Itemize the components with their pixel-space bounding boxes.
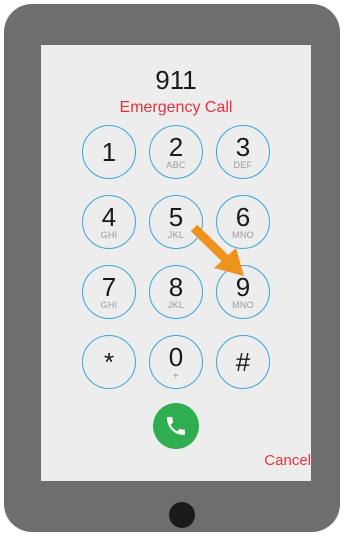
key-8[interactable]: 8 JKL <box>149 265 203 319</box>
key-digit: 2 <box>168 132 184 162</box>
key-letters: JKL <box>167 300 185 310</box>
emergency-call-label: Emergency Call <box>119 99 233 116</box>
key-digit: # <box>235 347 251 377</box>
dialed-number: 911 <box>155 65 197 95</box>
key-hash[interactable]: # <box>216 335 270 389</box>
phone-icon <box>167 417 185 435</box>
key-9[interactable]: 9 MNO <box>216 265 270 319</box>
key-letters: GHI <box>100 300 118 310</box>
key-digit: 3 <box>235 132 251 162</box>
key-letters: GHI <box>100 230 118 240</box>
key-star[interactable]: * <box>82 335 136 389</box>
key-letters: MNO <box>232 300 254 310</box>
cancel-button[interactable]: Cancel <box>264 452 311 469</box>
key-letters: ABC <box>166 160 186 170</box>
call-button[interactable] <box>153 403 199 449</box>
key-letters: DEF <box>233 160 253 170</box>
home-button[interactable] <box>169 502 195 528</box>
key-digit: 9 <box>235 272 251 302</box>
key-0[interactable]: 0 + <box>149 335 203 389</box>
key-1[interactable]: 1 <box>82 125 136 179</box>
key-digit: 5 <box>168 202 184 232</box>
key-digit: 4 <box>101 202 117 232</box>
key-4[interactable]: 4 GHI <box>82 195 136 249</box>
key-letters: JKL <box>167 230 185 240</box>
key-digit: 0 <box>168 342 184 372</box>
key-letters: + <box>172 371 180 382</box>
key-5[interactable]: 5 JKL <box>149 195 203 249</box>
dialer-screen: 911 Emergency Call 1 2 ABC 3 DEF 4 GHI 5… <box>41 45 311 481</box>
phone-device: 911 Emergency Call 1 2 ABC 3 DEF 4 GHI 5… <box>4 4 340 532</box>
key-letters: MNO <box>232 230 254 240</box>
key-7[interactable]: 7 GHI <box>82 265 136 319</box>
key-digit: 7 <box>101 272 117 302</box>
key-digit: 6 <box>235 202 251 232</box>
key-digit: 1 <box>101 137 117 167</box>
key-6[interactable]: 6 MNO <box>216 195 270 249</box>
key-3[interactable]: 3 DEF <box>216 125 270 179</box>
key-digit: 8 <box>168 272 184 302</box>
key-digit: * <box>103 347 115 377</box>
key-2[interactable]: 2 ABC <box>149 125 203 179</box>
